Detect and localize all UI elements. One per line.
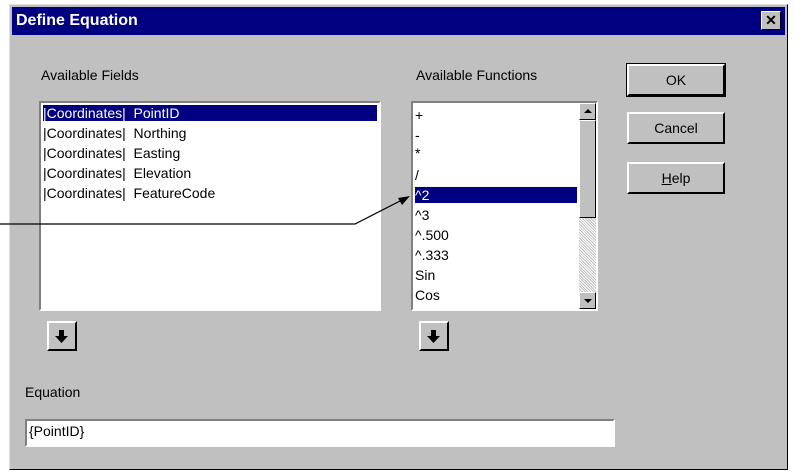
callout-arrow <box>0 196 410 225</box>
